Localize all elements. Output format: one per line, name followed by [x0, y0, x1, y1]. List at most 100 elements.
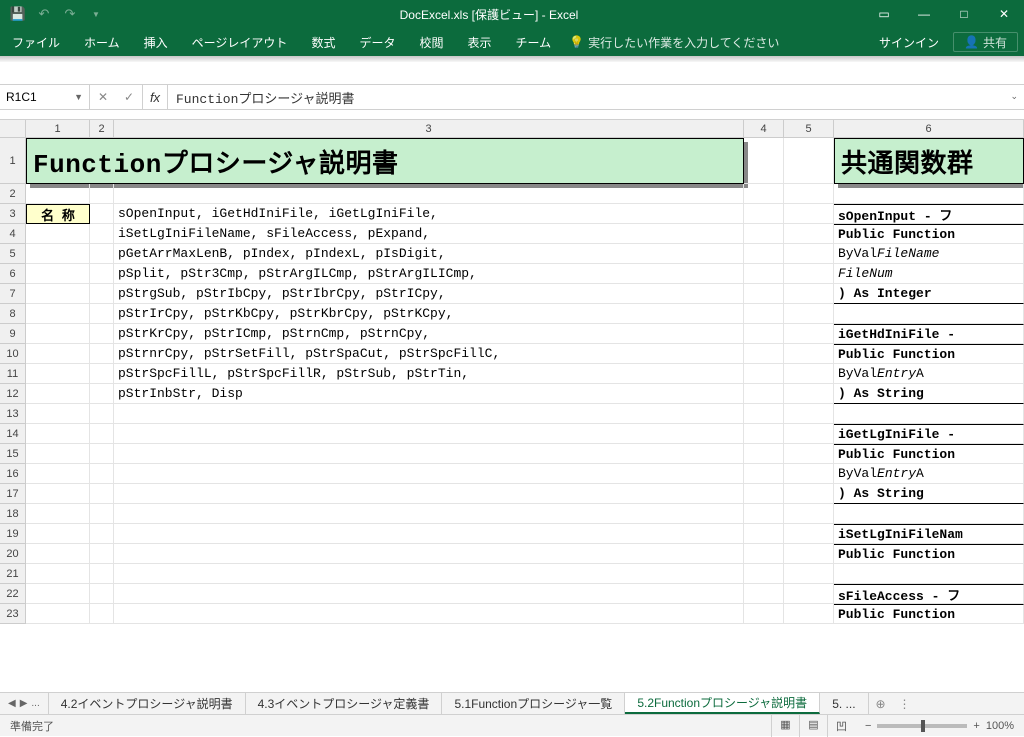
row-header[interactable]: 3: [0, 204, 26, 224]
add-sheet-icon[interactable]: ⊕: [869, 693, 893, 714]
zoom-level[interactable]: 100%: [986, 720, 1014, 732]
cell[interactable]: sFileAccess - フ: [834, 584, 1024, 604]
cell[interactable]: [90, 584, 114, 604]
cell[interactable]: [784, 184, 834, 204]
cell[interactable]: Public Function: [834, 604, 1024, 624]
cell[interactable]: ) As String: [834, 384, 1024, 404]
expand-formula-icon[interactable]: ⌄: [1010, 92, 1018, 102]
row-header[interactable]: 16: [0, 464, 26, 484]
cell[interactable]: [744, 564, 784, 584]
cell[interactable]: [744, 544, 784, 564]
title-main[interactable]: Functionプロシージャ説明書: [26, 138, 744, 184]
row-header[interactable]: 17: [0, 484, 26, 504]
cell[interactable]: [26, 604, 90, 624]
cell[interactable]: [744, 184, 784, 204]
sheet-tab[interactable]: 5.1Functionプロシージャ一覧: [442, 693, 625, 714]
cell[interactable]: [90, 424, 114, 444]
cell[interactable]: [784, 524, 834, 544]
row-header[interactable]: 23: [0, 604, 26, 624]
cell[interactable]: [26, 344, 90, 364]
cell[interactable]: iSetLgIniFileNam: [834, 524, 1024, 544]
cell[interactable]: [26, 324, 90, 344]
cell[interactable]: [784, 364, 834, 384]
cell[interactable]: Public Function: [834, 224, 1024, 244]
cell[interactable]: [90, 604, 114, 624]
row-header[interactable]: 2: [0, 184, 26, 204]
col-header[interactable]: 6: [834, 120, 1024, 137]
cell[interactable]: [114, 444, 744, 464]
sheet-first-icon[interactable]: ◀: [8, 698, 16, 709]
qat-dropdown-icon[interactable]: ▼: [84, 2, 108, 26]
cell[interactable]: [114, 404, 744, 424]
select-all-cell[interactable]: [0, 120, 26, 137]
cell[interactable]: [744, 204, 784, 224]
cell[interactable]: ByVal FileName: [834, 244, 1024, 264]
cell[interactable]: [744, 344, 784, 364]
sheet-next-icon[interactable]: ▶: [20, 698, 28, 709]
cell[interactable]: [90, 264, 114, 284]
chevron-down-icon[interactable]: ▼: [74, 92, 83, 102]
ribbon-tab[interactable]: ファイル: [0, 28, 72, 56]
row-header[interactable]: 11: [0, 364, 26, 384]
cell[interactable]: [744, 464, 784, 484]
cell[interactable]: Public Function: [834, 544, 1024, 564]
tell-me[interactable]: 💡実行したい作業を入力してください: [569, 34, 779, 51]
cell[interactable]: [26, 444, 90, 464]
cell[interactable]: ) As String: [834, 484, 1024, 504]
sheet-tab[interactable]: 4.3イベントプロシージャ定義書: [246, 693, 443, 714]
cell[interactable]: [114, 464, 744, 484]
cell[interactable]: [26, 484, 90, 504]
cell[interactable]: [114, 484, 744, 504]
cell[interactable]: [26, 224, 90, 244]
cell[interactable]: pStrInbStr, Disp: [114, 384, 744, 404]
row-header[interactable]: 15: [0, 444, 26, 464]
cell[interactable]: [744, 524, 784, 544]
cell[interactable]: FileNum: [834, 264, 1024, 284]
ribbon-tab[interactable]: 挿入: [132, 28, 180, 56]
cell[interactable]: [90, 324, 114, 344]
cell[interactable]: pStrIrCpy, pStrKbCpy, pStrKbrCpy, pStrKC…: [114, 304, 744, 324]
row-header[interactable]: 10: [0, 344, 26, 364]
cell[interactable]: [744, 244, 784, 264]
cell[interactable]: [744, 424, 784, 444]
cell[interactable]: [784, 464, 834, 484]
cell[interactable]: [784, 564, 834, 584]
name-box[interactable]: R1C1▼: [0, 85, 90, 109]
cell[interactable]: [744, 324, 784, 344]
cell[interactable]: [26, 304, 90, 324]
cell[interactable]: iSetLgIniFileName, sFileAccess, pExpand,: [114, 224, 744, 244]
cell[interactable]: [90, 504, 114, 524]
cell[interactable]: [784, 138, 834, 184]
cell[interactable]: [784, 484, 834, 504]
cell[interactable]: [834, 564, 1024, 584]
cell[interactable]: [26, 544, 90, 564]
sheet-more-icon[interactable]: ...: [31, 698, 39, 709]
cell[interactable]: [744, 504, 784, 524]
cell[interactable]: [744, 604, 784, 624]
cell[interactable]: iGetHdIniFile -: [834, 324, 1024, 344]
row-header[interactable]: 8: [0, 304, 26, 324]
col-header[interactable]: 4: [744, 120, 784, 137]
col-header[interactable]: 2: [90, 120, 114, 137]
row-header[interactable]: 18: [0, 504, 26, 524]
redo-icon[interactable]: ↷: [58, 2, 82, 26]
cell[interactable]: [784, 544, 834, 564]
cell[interactable]: [90, 284, 114, 304]
cell[interactable]: ByVal Entry A: [834, 364, 1024, 384]
zoom-out-icon[interactable]: −: [865, 720, 871, 732]
cell[interactable]: [114, 604, 744, 624]
row-header[interactable]: 4: [0, 224, 26, 244]
col-header[interactable]: 3: [114, 120, 744, 137]
cell[interactable]: [90, 304, 114, 324]
cell[interactable]: [90, 344, 114, 364]
cell[interactable]: [744, 404, 784, 424]
cell[interactable]: [834, 504, 1024, 524]
cell[interactable]: [90, 524, 114, 544]
cell[interactable]: [744, 304, 784, 324]
cell[interactable]: [834, 304, 1024, 324]
ribbon-display-icon[interactable]: ▭: [864, 0, 904, 28]
cell[interactable]: pStrnrCpy, pStrSetFill, pStrSpaCut, pStr…: [114, 344, 744, 364]
sheet-menu-icon[interactable]: ⋮: [893, 693, 917, 714]
formula-bar[interactable]: Functionプロシージャ説明書 ⌄: [167, 85, 1024, 109]
cell[interactable]: [114, 424, 744, 444]
